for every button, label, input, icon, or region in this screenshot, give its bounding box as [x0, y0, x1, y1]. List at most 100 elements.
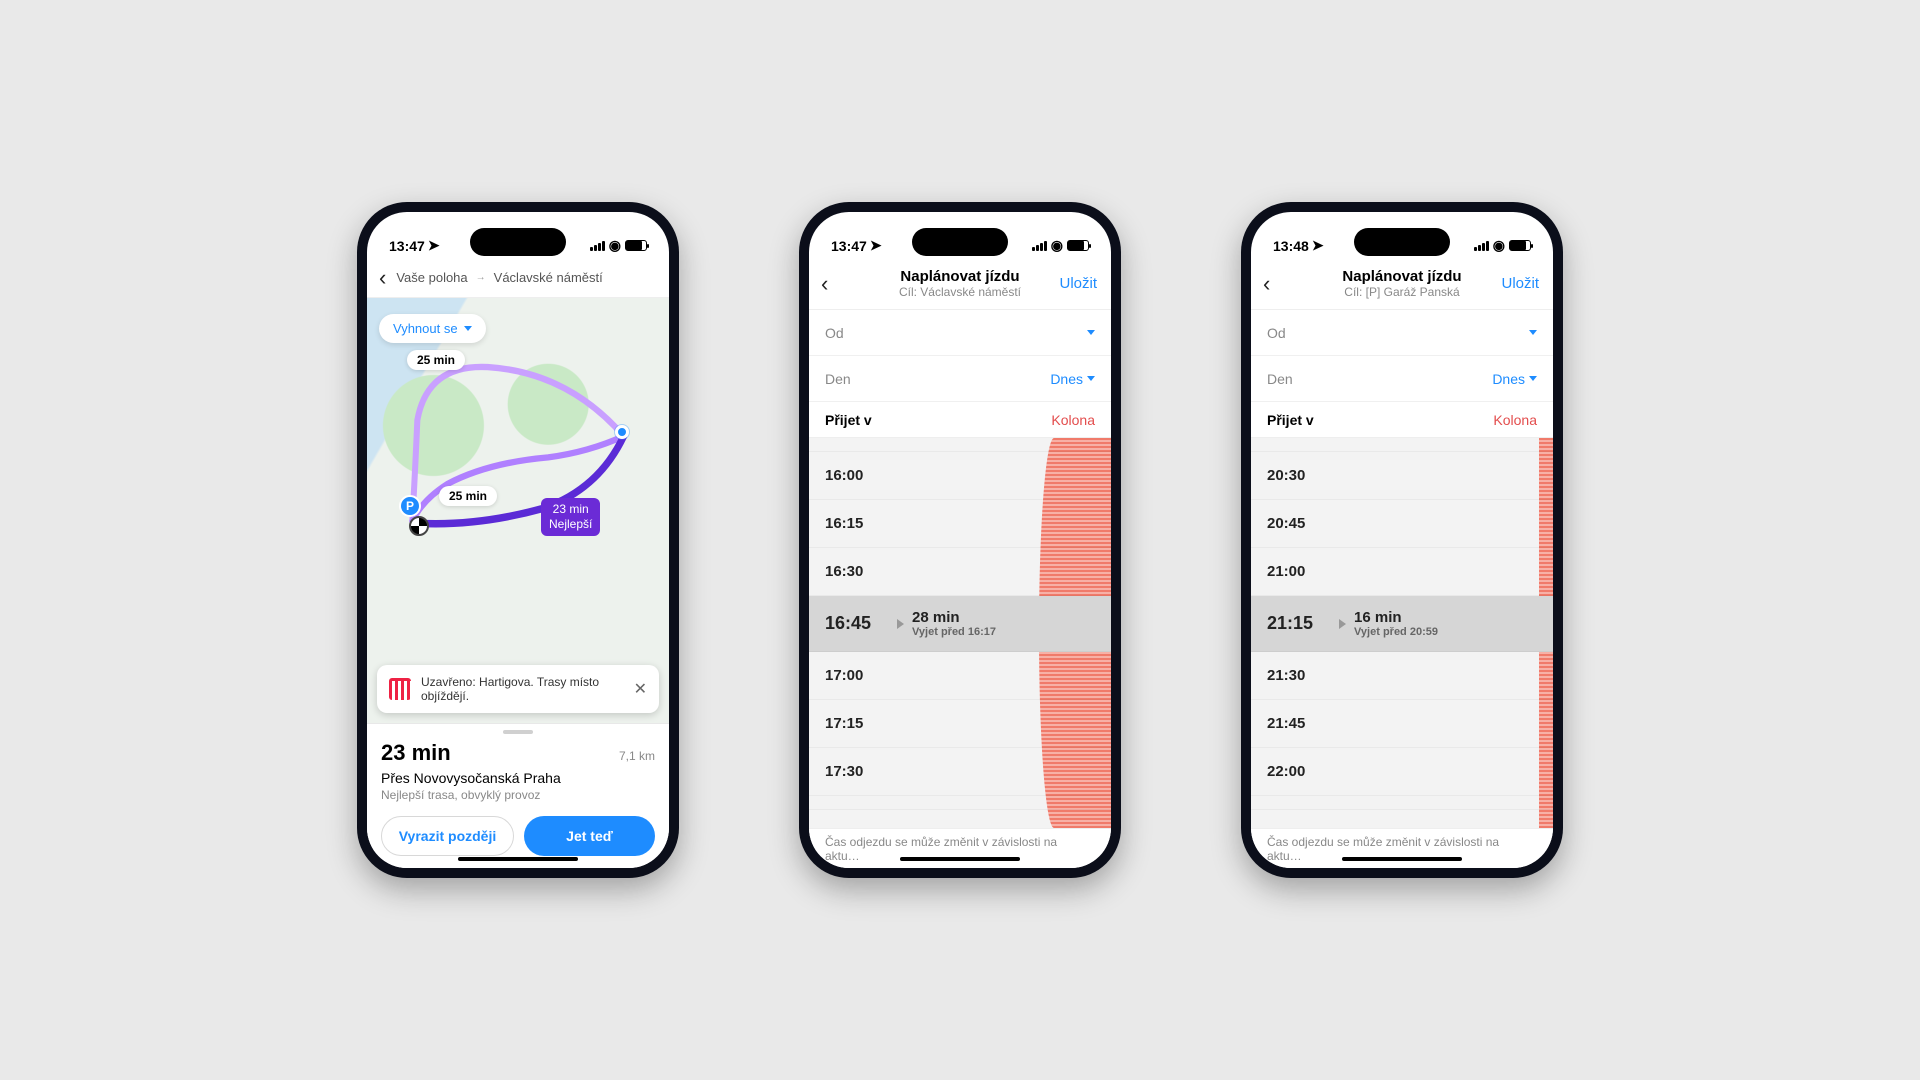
wifi-icon: ◉: [1493, 237, 1505, 254]
traffic-label: Kolona: [1493, 412, 1537, 428]
time-row[interactable]: 21:30: [1251, 652, 1553, 700]
time-row[interactable]: [1251, 438, 1553, 452]
phone-1: 13:47 ➤ ◉ ‹ Vaše poloha → Václavské námě…: [357, 202, 679, 878]
footer-note: Čas odjezdu se může změnit v závislosti …: [1251, 828, 1553, 868]
map-view[interactable]: Vyhnout se 25 min 25 min 23 min Nejlepší…: [367, 298, 669, 723]
chevron-down-icon: [1087, 330, 1095, 335]
save-button[interactable]: Uložit: [1059, 275, 1097, 292]
page-title: Naplánovat jízdu: [899, 268, 1021, 285]
go-now-button[interactable]: Jet teď: [524, 816, 655, 856]
time-row[interactable]: [809, 438, 1111, 452]
selected-leave: Vyjet před 16:17: [912, 626, 996, 638]
chevron-down-icon: [1529, 330, 1537, 335]
from-selector[interactable]: Od: [809, 310, 1111, 356]
route-summary-sheet[interactable]: 23 min 7,1 km Přes Novovysočanská Praha …: [367, 723, 669, 868]
save-button[interactable]: Uložit: [1501, 275, 1539, 292]
selected-indicator-icon: [897, 619, 904, 629]
signal-icon: [1474, 241, 1489, 251]
destination-pin: [409, 516, 429, 536]
back-button[interactable]: ‹: [379, 265, 396, 291]
time-row[interactable]: 17:00: [809, 652, 1111, 700]
time-row[interactable]: 17:15: [809, 700, 1111, 748]
chevron-down-icon: [1087, 376, 1095, 381]
wifi-icon: ◉: [609, 237, 621, 254]
time-row[interactable]: [1251, 796, 1553, 810]
header: ‹ Vaše poloha → Václavské náměstí: [367, 258, 669, 298]
arrive-by-label: Přijet v: [1267, 412, 1314, 428]
alert-text: Uzavřeno: Hartigova. Trasy místo objíždě…: [421, 675, 634, 703]
best-route-badge[interactable]: 23 min Nejlepší: [541, 498, 600, 536]
close-alert-button[interactable]: ✕: [634, 679, 647, 699]
current-location-pin: [615, 425, 629, 439]
summary-distance: 7,1 km: [619, 749, 655, 763]
arrive-by-label: Přijet v: [825, 412, 872, 428]
time-row[interactable]: 16:00: [809, 452, 1111, 500]
day-label: Den: [825, 371, 851, 387]
time-list-header: Přijet v Kolona: [1251, 402, 1553, 438]
traffic-label: Kolona: [1051, 412, 1095, 428]
chevron-down-icon: [464, 326, 472, 331]
day-value: Dnes: [1492, 371, 1525, 387]
drag-handle[interactable]: [503, 730, 533, 734]
parking-pin[interactable]: P: [399, 495, 421, 517]
time-picker[interactable]: 20:30 20:45 21:00 21:15 16 min Vyjet pře…: [1251, 438, 1553, 828]
day-value: Dnes: [1050, 371, 1083, 387]
time-row[interactable]: 21:45: [1251, 700, 1553, 748]
day-selector[interactable]: Den Dnes: [1251, 356, 1553, 402]
time-row-selected[interactable]: 21:15 16 min Vyjet před 20:59: [1251, 596, 1553, 652]
clock: 13:47: [831, 238, 867, 254]
wifi-icon: ◉: [1051, 237, 1063, 254]
battery-icon: [625, 240, 647, 251]
home-indicator[interactable]: [900, 857, 1020, 861]
time-row[interactable]: 16:30: [809, 548, 1111, 596]
header: ‹ Naplánovat jízdu Cíl: [P] Garáž Panská…: [1251, 258, 1553, 310]
home-indicator[interactable]: [1342, 857, 1462, 861]
dynamic-island: [1354, 228, 1450, 256]
signal-icon: [1032, 241, 1047, 251]
breadcrumb[interactable]: Vaše poloha → Václavské náměstí: [396, 270, 602, 285]
header: ‹ Naplánovat jízdu Cíl: Václavské náměst…: [809, 258, 1111, 310]
time-row[interactable]: 20:30: [1251, 452, 1553, 500]
leave-later-button[interactable]: Vyrazit později: [381, 816, 514, 856]
back-button[interactable]: ‹: [821, 271, 828, 297]
avoid-button[interactable]: Vyhnout se: [379, 314, 486, 343]
location-icon: ➤: [1312, 237, 1324, 254]
battery-icon: [1067, 240, 1089, 251]
route-time-badge-b[interactable]: 25 min: [439, 486, 497, 506]
from-selector[interactable]: Od: [1251, 310, 1553, 356]
time-row[interactable]: [809, 796, 1111, 810]
time-picker[interactable]: 16:00 16:15 16:30 16:45 28 min Vyjet pře…: [809, 438, 1111, 828]
time-list-header: Přijet v Kolona: [809, 402, 1111, 438]
phone-3: 13:48 ➤ ◉ ‹ Naplánovat jízdu Cíl: [P] Ga…: [1241, 202, 1563, 878]
summary-desc: Nejlepší trasa, obvyklý provoz: [381, 788, 655, 802]
home-indicator[interactable]: [458, 857, 578, 861]
footer-note: Čas odjezdu se může změnit v závislosti …: [809, 828, 1111, 868]
breadcrumb-to: Václavské náměstí: [494, 270, 603, 285]
arrow-right-icon: →: [476, 272, 486, 283]
time-row[interactable]: 20:45: [1251, 500, 1553, 548]
from-label: Od: [825, 325, 844, 341]
road-closure-alert: Uzavřeno: Hartigova. Trasy místo objíždě…: [377, 665, 659, 713]
route-time-badge-a[interactable]: 25 min: [407, 350, 465, 370]
clock: 13:47: [389, 238, 425, 254]
page-subtitle: Cíl: Václavské náměstí: [899, 285, 1021, 299]
day-selector[interactable]: Den Dnes: [809, 356, 1111, 402]
day-label: Den: [1267, 371, 1293, 387]
clock: 13:48: [1273, 238, 1309, 254]
selected-duration: 16 min: [1354, 609, 1438, 626]
battery-icon: [1509, 240, 1531, 251]
time-row[interactable]: 22:00: [1251, 748, 1553, 796]
signal-icon: [590, 241, 605, 251]
roadblock-icon: [389, 678, 411, 700]
time-row-selected[interactable]: 16:45 28 min Vyjet před 16:17: [809, 596, 1111, 652]
time-row[interactable]: 21:00: [1251, 548, 1553, 596]
time-row[interactable]: 16:15: [809, 500, 1111, 548]
page-subtitle: Cíl: [P] Garáž Panská: [1342, 285, 1461, 299]
location-icon: ➤: [428, 237, 440, 254]
breadcrumb-from: Vaše poloha: [396, 270, 467, 285]
selected-leave: Vyjet před 20:59: [1354, 626, 1438, 638]
time-row[interactable]: 17:30: [809, 748, 1111, 796]
back-button[interactable]: ‹: [1263, 271, 1270, 297]
selected-indicator-icon: [1339, 619, 1346, 629]
dynamic-island: [912, 228, 1008, 256]
